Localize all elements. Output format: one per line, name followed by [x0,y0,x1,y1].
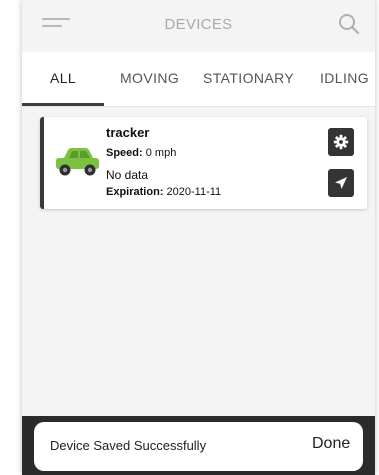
car-icon [56,148,99,176]
active-tab-indicator [22,103,104,106]
gear-icon [333,134,349,150]
device-send-location-button[interactable] [328,169,354,197]
tab-stationary[interactable]: STATIONARY [203,70,294,86]
tab-moving[interactable]: MOVING [120,70,179,86]
device-speed: Speed: 0 mph [106,147,176,159]
device-name: tracker [106,125,150,140]
device-card[interactable]: tracker Speed: 0 mph No data Expiration:… [40,117,367,209]
app-screen: DEVICES ALL MOVING STATIONARY IDLING tra… [22,0,375,475]
speed-value: 0 mph [145,147,177,159]
snackbar-message: Device Saved Successfully [50,438,207,453]
device-expiration: Expiration: 2020-11-11 [106,186,221,198]
tab-bar: ALL MOVING STATIONARY IDLING [22,52,375,107]
device-status: No data [106,168,149,182]
tab-all[interactable]: ALL [50,70,76,86]
page-title: DEVICES [164,16,233,33]
speed-label: Speed: [106,147,143,159]
snackbar-done-button[interactable]: Done [312,435,350,453]
device-settings-button[interactable] [328,128,354,156]
tab-idling[interactable]: IDLING [320,70,369,86]
app-header: DEVICES [22,0,375,50]
expiration-value: 2020-11-11 [166,186,222,198]
expiration-label: Expiration: [106,186,164,198]
snackbar: Device Saved Successfully Done [22,416,375,475]
navigation-arrow-icon [335,177,347,189]
snackbar-card: Device Saved Successfully Done [34,422,363,471]
search-icon[interactable] [338,13,360,35]
